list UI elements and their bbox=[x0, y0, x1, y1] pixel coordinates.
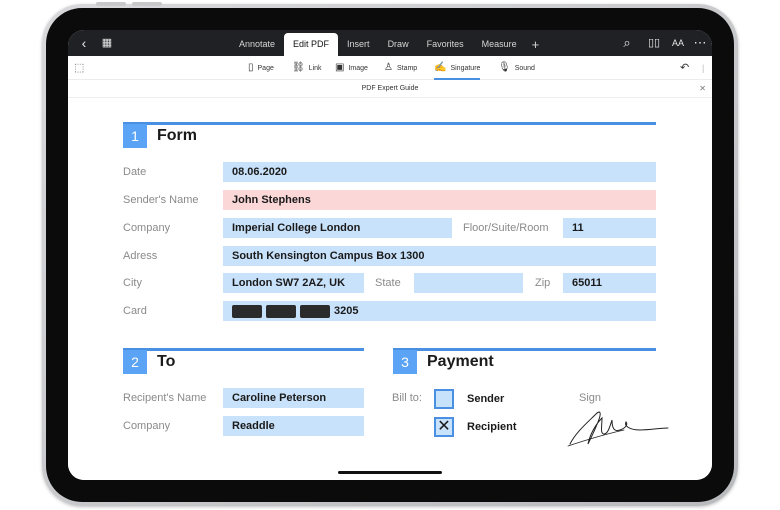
tool-stamp-label: Stamp bbox=[396, 64, 418, 72]
volume-button bbox=[96, 2, 126, 6]
card-last-digits: 3205 bbox=[334, 305, 359, 317]
tool-page-label: Page bbox=[257, 64, 274, 72]
recipient-name-field[interactable]: Caroline Peterson bbox=[223, 388, 364, 408]
tool-page[interactable]: ▯ Page bbox=[248, 56, 274, 80]
state-field[interactable] bbox=[414, 273, 523, 293]
recipient-checkbox[interactable]: ✕ bbox=[434, 417, 454, 437]
divider-icon: | bbox=[702, 63, 705, 73]
tab-draw[interactable]: Draw bbox=[379, 33, 418, 56]
state-label: State bbox=[375, 277, 401, 289]
home-indicator bbox=[338, 471, 442, 474]
sender-checkbox[interactable] bbox=[434, 389, 454, 409]
select-icon[interactable]: ⬚ bbox=[74, 56, 84, 80]
section-number: 2 bbox=[123, 350, 147, 374]
pdf-page: 1 Form Date 08.06.2020 Sender's Name Joh… bbox=[68, 98, 712, 480]
tool-link[interactable]: ⛓ Link bbox=[292, 56, 322, 80]
redacted-block bbox=[266, 304, 296, 318]
image-icon: ▣ bbox=[335, 62, 345, 73]
tab-insert[interactable]: Insert bbox=[338, 33, 379, 56]
date-field[interactable]: 08.06.2020 bbox=[223, 162, 656, 182]
section-number: 3 bbox=[393, 350, 417, 374]
font-size-icon[interactable]: AA bbox=[668, 30, 688, 56]
city-label: City bbox=[123, 277, 142, 289]
check-x-icon: ✕ bbox=[437, 418, 451, 435]
date-label: Date bbox=[123, 166, 147, 178]
tab-favorites[interactable]: Favorites bbox=[418, 33, 473, 56]
main-toolbar: ‹ ▦ Annotate Edit PDF Insert Draw Favori… bbox=[68, 30, 712, 56]
undo-icon[interactable]: ↶ bbox=[680, 56, 689, 80]
floor-label: Floor/Suite/Room bbox=[463, 222, 549, 234]
section-divider bbox=[123, 122, 656, 125]
tool-image-label: Image bbox=[348, 64, 368, 72]
company-label: Company bbox=[123, 222, 171, 234]
tab-edit-pdf[interactable]: Edit PDF bbox=[284, 33, 339, 56]
volume-button bbox=[132, 2, 162, 6]
address-label: Adress bbox=[123, 250, 158, 262]
card-label: Card bbox=[123, 305, 147, 317]
zip-label: Zip bbox=[535, 277, 551, 289]
more-icon[interactable]: ⋯ bbox=[692, 30, 708, 56]
microphone-icon: 🎙 bbox=[498, 62, 511, 73]
address-field[interactable]: South Kensington Campus Box 1300 bbox=[223, 246, 656, 266]
link-icon: ⛓ bbox=[292, 62, 305, 73]
close-icon[interactable]: ✕ bbox=[699, 80, 706, 98]
reader-icon[interactable]: ▯▯ bbox=[644, 30, 664, 56]
floor-field[interactable]: 11 bbox=[563, 218, 656, 238]
sender-name-field[interactable]: John Stephens bbox=[223, 190, 656, 210]
section-title: To bbox=[157, 353, 176, 370]
recipient-option-label: Recipient bbox=[467, 421, 517, 433]
grid-icon[interactable]: ▦ bbox=[98, 30, 116, 56]
sender-name-label: Sender's Name bbox=[123, 194, 199, 206]
tool-link-label: Link bbox=[308, 64, 322, 72]
to-company-label: Company bbox=[123, 420, 171, 432]
section-title: Payment bbox=[427, 353, 494, 370]
zip-field[interactable]: 65011 bbox=[563, 273, 656, 293]
signature-image[interactable] bbox=[566, 404, 672, 450]
bill-to-label: Bill to: bbox=[392, 392, 422, 404]
tool-image[interactable]: ▣ Image bbox=[335, 56, 368, 80]
to-company-field[interactable]: Readdle bbox=[223, 416, 364, 436]
company-field[interactable]: Imperial College London bbox=[223, 218, 452, 238]
recipient-name-label: Recipent's Name bbox=[123, 392, 207, 404]
redacted-block bbox=[232, 304, 262, 318]
edit-tools-bar: ⬚ ▯ Page ⛓ Link ▣ Image ♙ Stamp ✍ Singature 🎙… bbox=[68, 56, 712, 80]
card-field[interactable]: 3205 bbox=[223, 301, 656, 321]
sender-option-label: Sender bbox=[467, 393, 505, 405]
document-title: PDF Expert Guide bbox=[361, 85, 419, 92]
section-title: Form bbox=[157, 127, 197, 144]
back-icon[interactable]: ‹ bbox=[74, 30, 94, 56]
stamp-icon: ♙ bbox=[384, 62, 393, 73]
document-title-bar: PDF Expert Guide ✕ bbox=[68, 80, 712, 98]
add-tab-icon[interactable]: + bbox=[526, 33, 546, 56]
mode-tabs: Annotate Edit PDF Insert Draw Favorites … bbox=[230, 33, 545, 56]
tab-annotate[interactable]: Annotate bbox=[230, 33, 284, 56]
app-screen: ‹ ▦ Annotate Edit PDF Insert Draw Favori… bbox=[68, 30, 712, 480]
tool-stamp[interactable]: ♙ Stamp bbox=[384, 56, 417, 80]
section-number: 1 bbox=[123, 124, 147, 148]
tool-signature[interactable]: ✍ Singature bbox=[434, 56, 481, 80]
tool-signature-label: Singature bbox=[450, 64, 481, 72]
redacted-block bbox=[300, 304, 330, 318]
tool-sound[interactable]: 🎙 Sound bbox=[498, 56, 535, 80]
city-field[interactable]: London SW7 2AZ, UK bbox=[223, 273, 364, 293]
page-icon: ▯ bbox=[248, 62, 254, 73]
signature-icon: ✍ bbox=[434, 62, 447, 73]
tab-measure[interactable]: Measure bbox=[473, 33, 526, 56]
search-icon[interactable]: ⌕ bbox=[618, 30, 636, 56]
tool-sound-label: Sound bbox=[514, 64, 535, 72]
